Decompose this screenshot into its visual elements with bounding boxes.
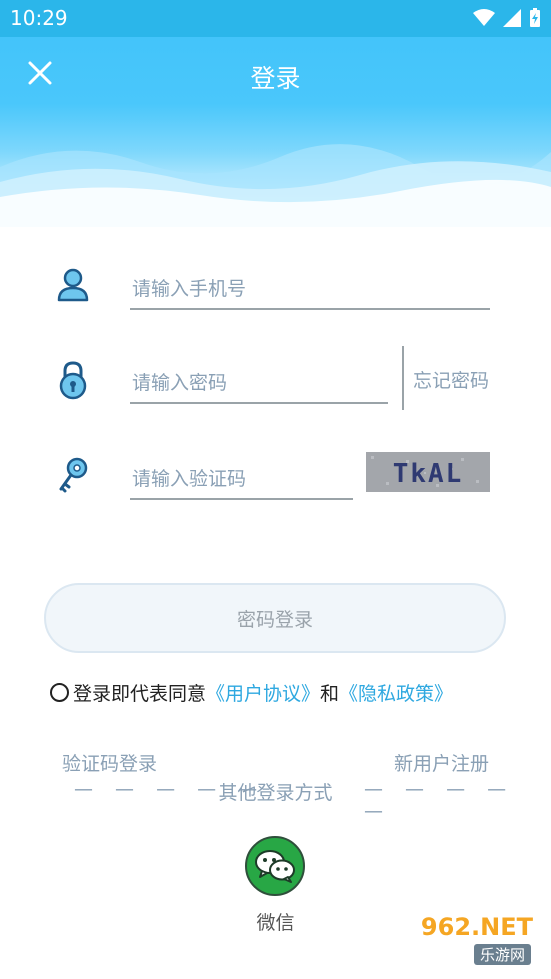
- agreement-radio[interactable]: [50, 683, 69, 702]
- lock-icon: [59, 361, 87, 400]
- agreement-prefix: 登录即代表同意: [73, 683, 207, 705]
- password-input[interactable]: [130, 372, 388, 404]
- captcha-text: TkAL: [393, 459, 464, 489]
- wechat-icon: [255, 850, 295, 883]
- wifi-icon: [473, 9, 495, 26]
- status-time: 10:29: [10, 6, 68, 30]
- password-login-button[interactable]: 密码登录: [44, 583, 506, 653]
- site-watermark: 962.NET 乐游网: [415, 913, 545, 973]
- register-link[interactable]: 新用户注册: [394, 749, 489, 776]
- sms-login-link[interactable]: 验证码登录: [62, 749, 157, 776]
- key-icon: [59, 457, 88, 493]
- battery-icon: [530, 8, 540, 27]
- header: 登录: [0, 37, 551, 227]
- status-bar: 10:29: [0, 0, 551, 37]
- agreement-row: 登录即代表同意 《用户协议》 和 《隐私政策》: [50, 679, 453, 706]
- privacy-policy-link[interactable]: 《隐私政策》: [339, 679, 453, 706]
- signal-icon: [503, 9, 521, 27]
- wechat-login-button[interactable]: [245, 836, 305, 896]
- page-title: 登录: [250, 64, 301, 93]
- phone-input[interactable]: [130, 278, 490, 310]
- divider-dash-right: — — — — —: [364, 778, 515, 822]
- forgot-password-link[interactable]: 忘记密码: [413, 366, 489, 393]
- status-icons: [473, 8, 541, 28]
- forgot-divider: [402, 346, 404, 410]
- watermark-sub: 乐游网: [473, 944, 531, 965]
- user-icon: [57, 268, 89, 302]
- agreement-and: 和: [320, 683, 340, 705]
- user-agreement-link[interactable]: 《用户协议》: [206, 679, 320, 706]
- verification-code-input[interactable]: [130, 468, 353, 500]
- captcha-image[interactable]: TkAL: [366, 452, 490, 492]
- watermark-main: 962.NET: [420, 913, 533, 941]
- wave-decoration: [0, 144, 551, 227]
